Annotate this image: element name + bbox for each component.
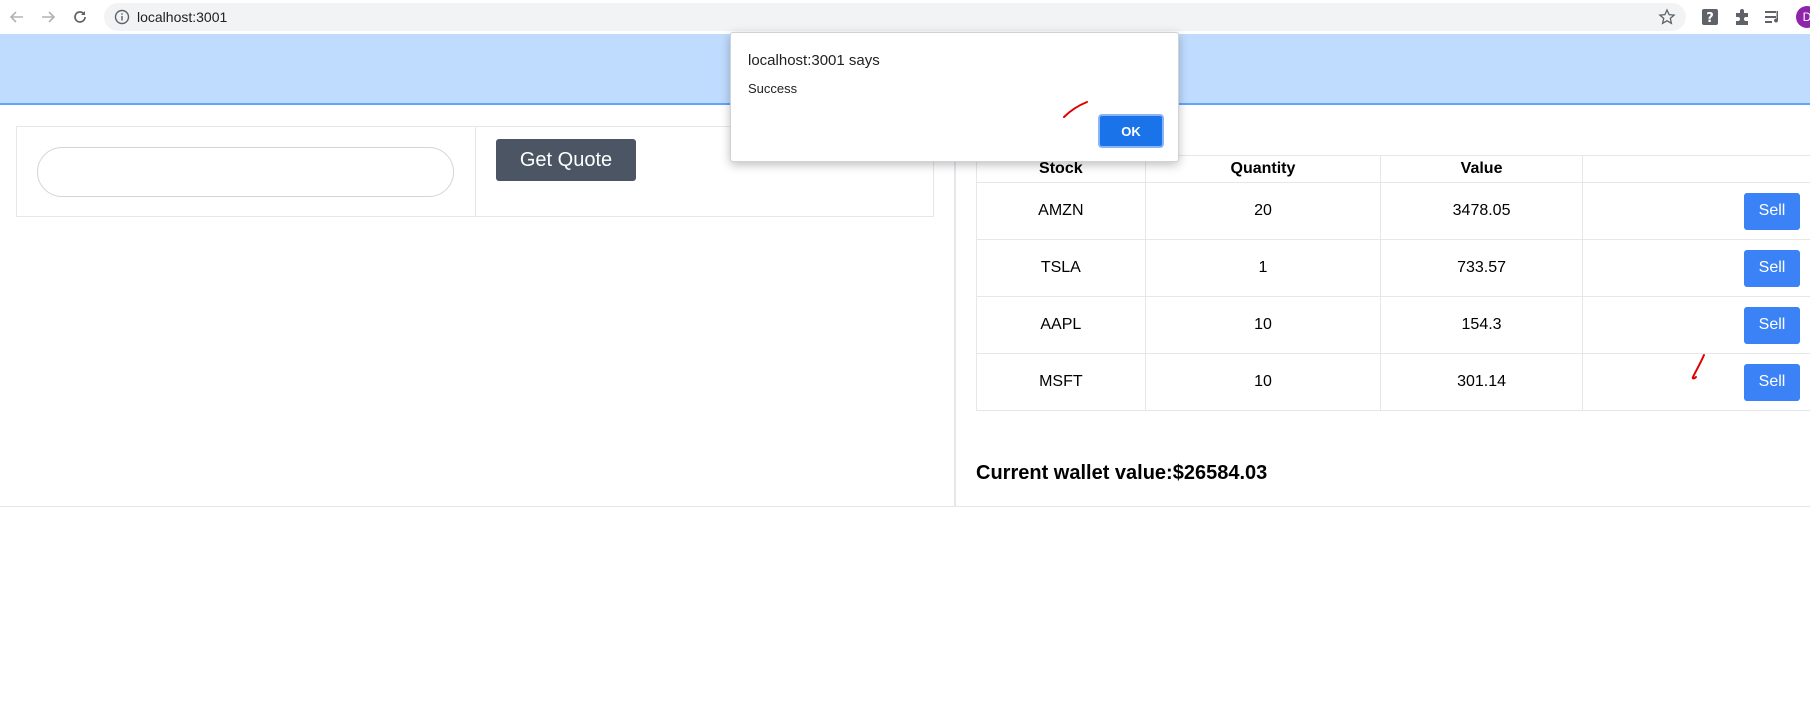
cell-quantity: 10: [1144, 296, 1382, 354]
cell-stock: AMZN: [976, 182, 1146, 240]
sell-button[interactable]: Sell: [1744, 363, 1800, 401]
cell-action: Sell: [1581, 182, 1810, 240]
wallet-value: Current wallet value:$26584.03: [976, 462, 1268, 484]
annotation-stroke: [1063, 101, 1088, 118]
header-action: [1581, 155, 1810, 183]
cell-value: 154.3: [1380, 296, 1583, 354]
table-row: MSFT 10 301.14 Sell: [976, 353, 1810, 411]
header-value: Value: [1380, 155, 1583, 183]
cell-quantity: 1: [1144, 239, 1382, 297]
info-icon[interactable]: [114, 9, 130, 25]
address-bar[interactable]: localhost:3001: [104, 3, 1686, 31]
portfolio-panel: Stock Quantity Value AMZN 20 3478.05 Sel…: [956, 105, 1810, 507]
alert-dialog: localhost:3001 says Success OK: [730, 32, 1179, 162]
cell-quantity: 20: [1144, 182, 1382, 240]
annotation-stroke: [1691, 354, 1705, 380]
quote-input-cell: [17, 127, 476, 216]
sell-button[interactable]: Sell: [1744, 249, 1800, 287]
get-quote-button[interactable]: Get Quote: [496, 139, 636, 181]
cell-value: 301.14: [1380, 353, 1583, 411]
forward-arrow-icon[interactable]: [38, 7, 58, 27]
holdings-table: Stock Quantity Value AMZN 20 3478.05 Sel…: [976, 155, 1810, 411]
puzzle-extension-icon[interactable]: [1732, 7, 1752, 27]
browser-toolbar: localhost:3001 ? D: [0, 0, 1810, 34]
cell-action: Sell: [1581, 296, 1810, 354]
cell-stock: AAPL: [976, 296, 1146, 354]
dialog-message: Success: [748, 81, 798, 96]
symbol-input[interactable]: [37, 147, 454, 197]
ok-button[interactable]: OK: [1098, 114, 1164, 148]
sell-button[interactable]: Sell: [1744, 192, 1800, 230]
cell-stock: TSLA: [976, 239, 1146, 297]
table-row: TSLA 1 733.57 Sell: [976, 239, 1810, 297]
svg-text:?: ?: [1706, 11, 1714, 26]
url-text: localhost:3001: [137, 9, 228, 25]
profile-avatar[interactable]: D: [1796, 6, 1810, 28]
header-quantity: Quantity: [1144, 155, 1382, 183]
table-row: AAPL 10 154.3 Sell: [976, 296, 1810, 354]
help-extension-icon[interactable]: ?: [1700, 7, 1720, 27]
table-row: AMZN 20 3478.05 Sell: [976, 182, 1810, 240]
back-arrow-icon[interactable]: [7, 7, 27, 27]
cell-value: 3478.05: [1380, 182, 1583, 240]
cell-action: Sell: [1581, 239, 1810, 297]
cell-stock: MSFT: [976, 353, 1146, 411]
quote-panel: Get Quote: [0, 105, 955, 507]
reload-icon[interactable]: [70, 7, 90, 27]
cell-value: 733.57: [1380, 239, 1583, 297]
media-queue-icon[interactable]: [1763, 7, 1783, 27]
cell-quantity: 10: [1144, 353, 1382, 411]
sell-button[interactable]: Sell: [1744, 306, 1800, 344]
star-icon[interactable]: [1658, 8, 1676, 26]
dialog-title: localhost:3001 says: [748, 52, 880, 69]
